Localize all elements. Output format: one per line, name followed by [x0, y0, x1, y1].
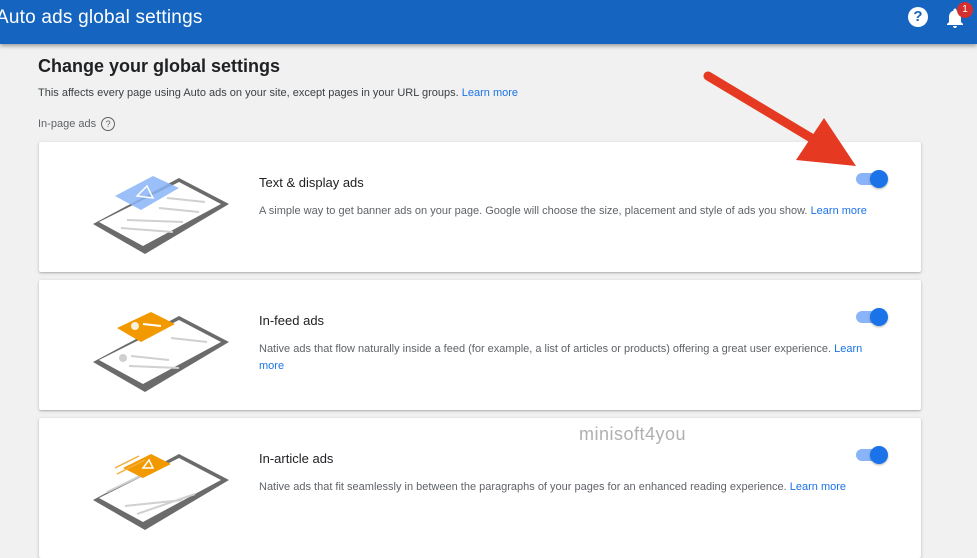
toggle-knob — [870, 170, 888, 188]
section-label: In-page ads ? — [38, 117, 116, 131]
card-description: Native ads that flow naturally inside a … — [259, 341, 869, 375]
toggle-knob — [870, 446, 888, 464]
phone-banner-illustration-icon — [93, 176, 229, 254]
phone-in-article-illustration-icon — [93, 454, 229, 530]
help-icon[interactable]: ? — [908, 7, 928, 27]
page-title: Change your global settings — [38, 56, 281, 76]
card-in-article-ads: In-article ads Native ads that fit seaml… — [39, 418, 921, 558]
red-arrow-icon — [703, 71, 856, 166]
text-display-ads-toggle[interactable] — [854, 170, 888, 188]
card-description: A simple way to get banner ads on your p… — [259, 203, 869, 220]
card-title: In-feed ads — [259, 313, 325, 328]
page-learn-more-link[interactable]: Learn more — [462, 87, 518, 99]
card-description-text: Native ads that fit seamlessly in betwee… — [259, 481, 787, 493]
in-article-ads-toggle[interactable] — [854, 446, 888, 464]
section-help-icon[interactable]: ? — [101, 117, 116, 131]
page-description: This affects every page using Auto ads o… — [38, 87, 518, 99]
app-title: Auto ads global settings — [0, 7, 203, 28]
card-in-feed-ads: In-feed ads Native ads that flow natural… — [39, 280, 921, 410]
top-app-bar: Auto ads global settings ? 1 — [0, 0, 977, 44]
toggle-knob — [870, 308, 888, 326]
section-label-text: In-page ads — [38, 118, 97, 130]
in-feed-ads-toggle[interactable] — [854, 308, 888, 326]
card-learn-more-link[interactable]: Learn more — [790, 481, 846, 493]
notification-badge: 1 — [957, 2, 973, 18]
card-learn-more-link[interactable]: Learn more — [811, 205, 867, 217]
page-description-text: This affects every page using Auto ads o… — [38, 87, 459, 99]
card-description: Native ads that fit seamlessly in betwee… — [259, 479, 869, 496]
card-title: Text & display ads — [259, 175, 364, 190]
phone-in-feed-illustration-icon — [93, 312, 229, 392]
card-description-text: Native ads that flow naturally inside a … — [259, 343, 832, 355]
watermark: minisoft4you — [579, 424, 687, 444]
card-description-text: A simple way to get banner ads on your p… — [259, 205, 808, 217]
card-title: In-article ads — [259, 451, 334, 466]
